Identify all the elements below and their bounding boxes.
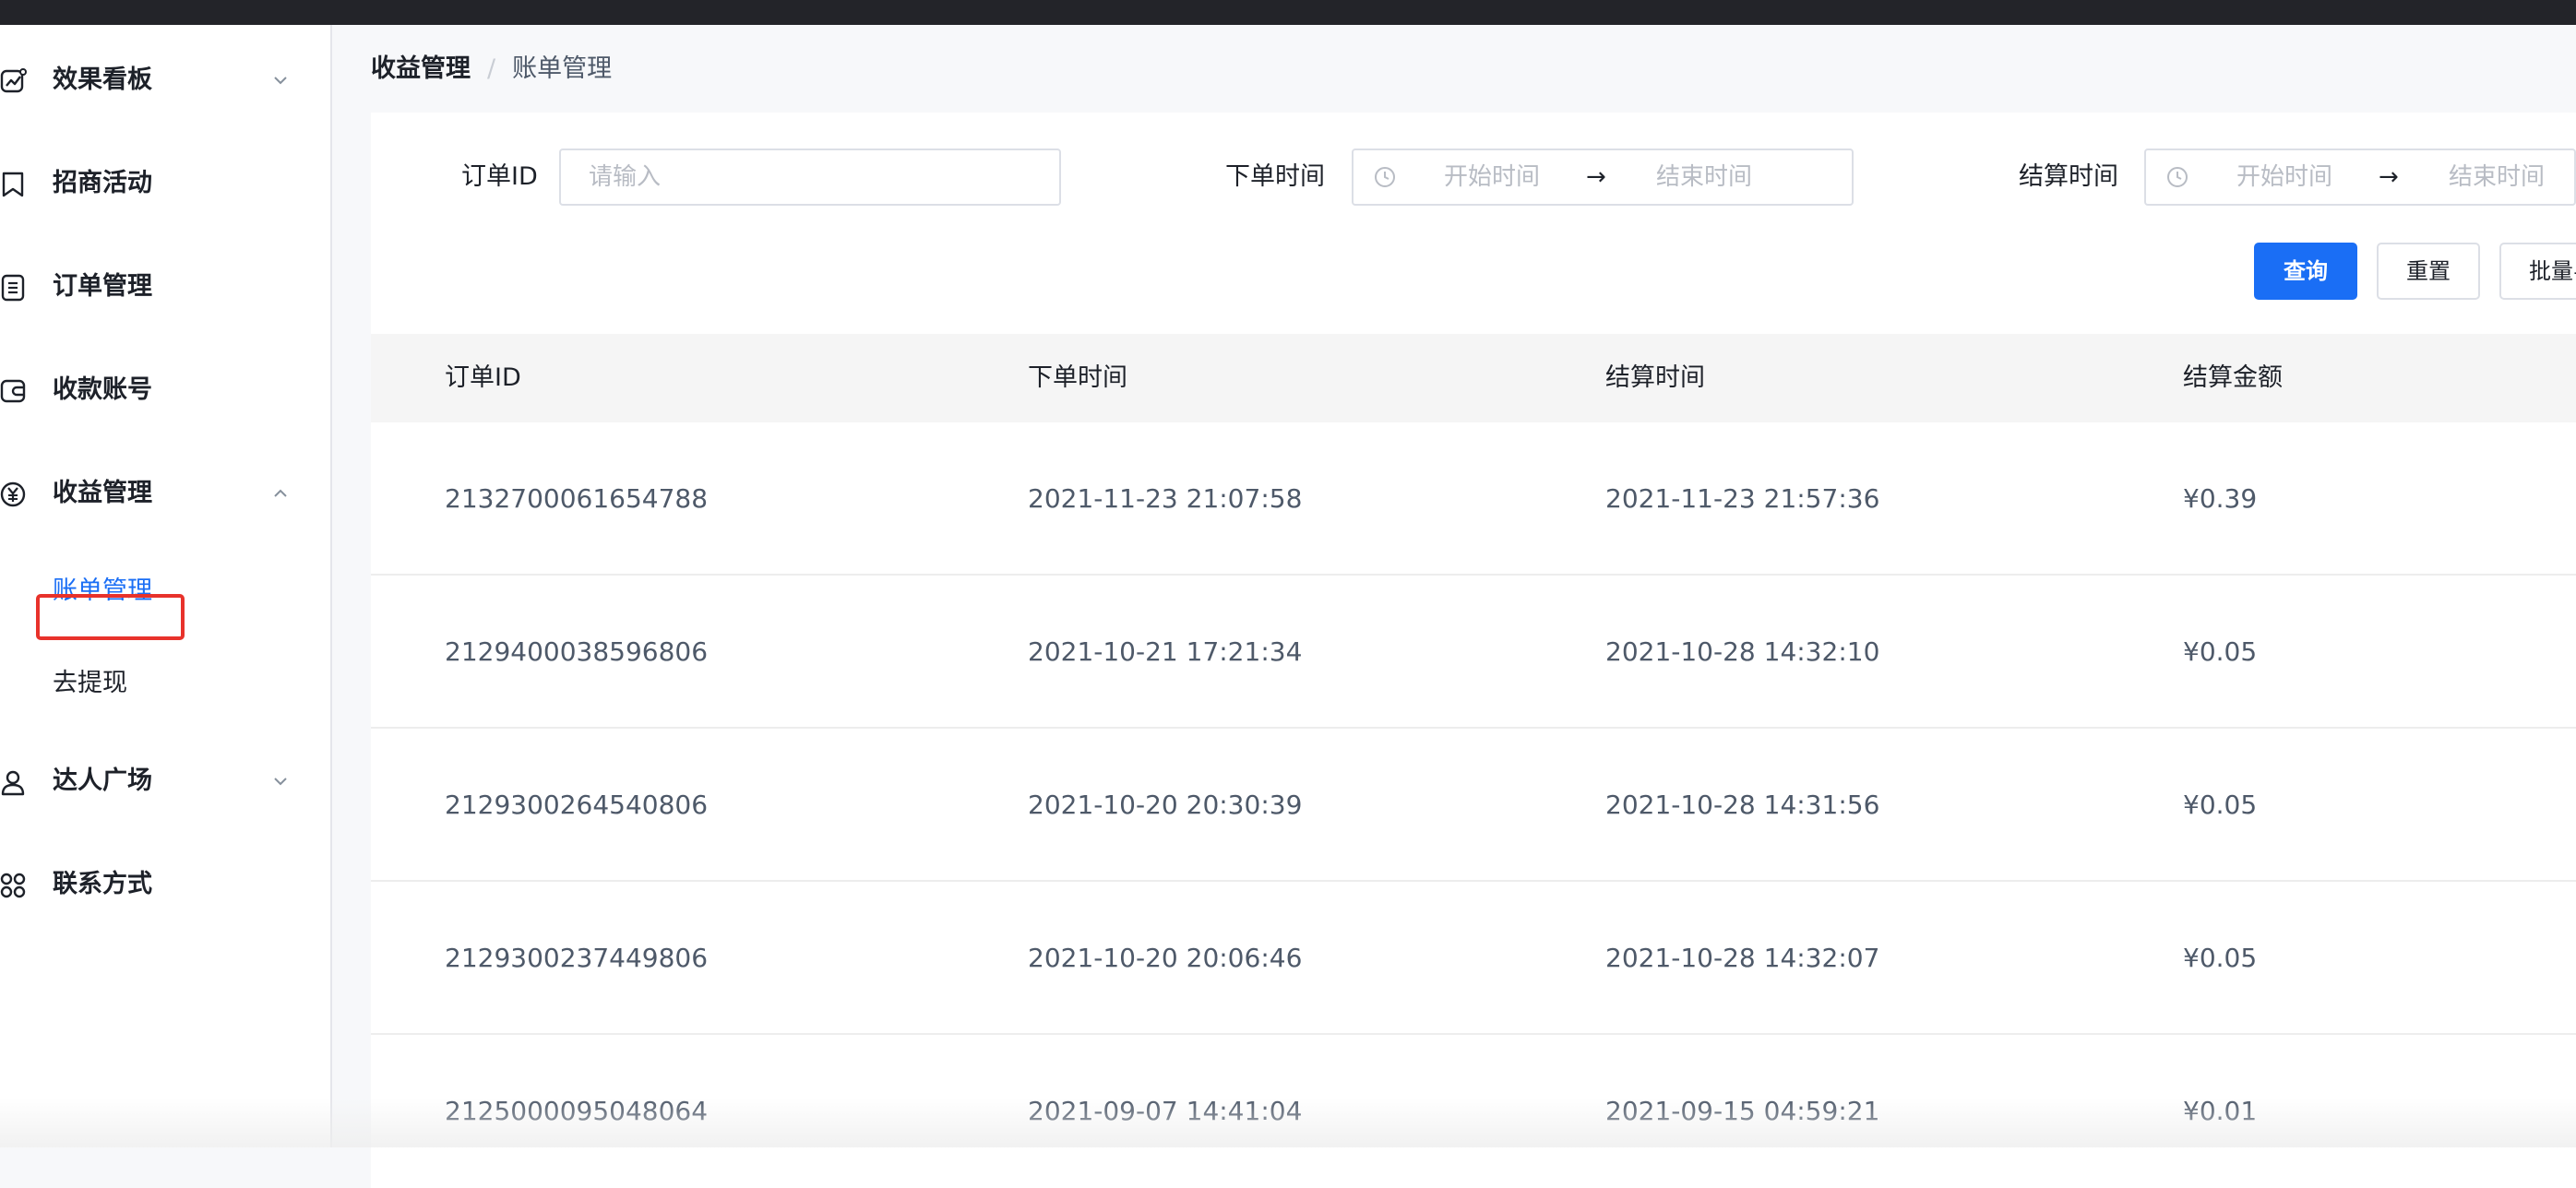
chevron-down-icon (274, 778, 287, 786)
cell-settle-amount: ¥0.39 (2183, 483, 2258, 514)
bookmark-icon (2, 172, 24, 197)
cell-order-time: 2021-10-20 20:06:46 (1028, 943, 1303, 973)
cell-settle-time: 2021-10-28 14:32:10 (1605, 636, 1880, 667)
document-list-icon (1, 274, 25, 302)
order-time-end[interactable]: 结束时间 (1656, 150, 1752, 204)
cell-order-id: 2125000095048064 (445, 1096, 709, 1126)
order-time-label: 下单时间 (1225, 162, 1325, 191)
settle-time-start[interactable]: 开始时间 (2236, 150, 2332, 204)
table-header: 订单ID 下单时间 结算时间 结算金额 (371, 334, 2576, 422)
wallet-icon (0, 379, 26, 403)
sidebar-item-contact[interactable]: 联系方式 (0, 857, 330, 912)
column-header-order-id: 订单ID (445, 363, 521, 392)
column-header-order-time: 下单时间 (1028, 363, 1127, 392)
breadcrumb-parent[interactable]: 收益管理 (371, 54, 471, 83)
user-icon (1, 770, 25, 796)
table-row: 2129400038596806 2021-10-21 17:21:34 202… (371, 576, 2576, 729)
arrow-right-icon: → (1586, 163, 1606, 191)
sidebar-item-label: 收款账号 (53, 375, 152, 404)
sidebar-subitem-withdraw[interactable]: 去提现 (0, 658, 330, 709)
sidebar-item-label: 效果看板 (53, 65, 152, 94)
order-time-range-picker[interactable]: 开始时间 → 结束时间 (1352, 148, 1854, 206)
arrow-right-icon: → (2379, 163, 2399, 191)
sidebar: 效果看板 招商活动 订单管理 收款账号 收益管理 账单管理 去提现 达人广场 联… (0, 25, 332, 1147)
cell-settle-amount: ¥0.05 (2183, 636, 2258, 667)
sidebar-item-label: 订单管理 (53, 272, 152, 301)
cell-settle-time: 2021-09-15 04:59:21 (1605, 1096, 1880, 1126)
sidebar-item-payment-account[interactable]: 收款账号 (0, 362, 330, 418)
column-header-settle-time: 结算时间 (1605, 363, 1705, 392)
reset-button[interactable]: 重置 (2377, 243, 2480, 300)
cell-settle-amount: ¥0.05 (2183, 943, 2258, 973)
bills-table: 订单ID 下单时间 结算时间 结算金额 2132700061654788 202… (371, 334, 2576, 1188)
cell-settle-amount: ¥0.05 (2183, 790, 2258, 820)
sidebar-item-label: 联系方式 (53, 870, 152, 898)
cell-settle-time: 2021-10-28 14:32:07 (1605, 943, 1880, 973)
table-row: 2125000095048064 2021-09-07 14:41:04 202… (371, 1035, 2576, 1188)
settle-time-end[interactable]: 结束时间 (2449, 150, 2545, 204)
column-header-settle-amount: 结算金额 (2183, 363, 2283, 392)
cell-order-time: 2021-09-07 14:41:04 (1028, 1096, 1303, 1126)
cell-order-time: 2021-11-23 21:07:58 (1028, 483, 1303, 514)
sidebar-item-dashboard[interactable]: 效果看板 (0, 53, 330, 108)
order-id-input[interactable]: 请输入 (559, 148, 1061, 206)
cell-settle-time: 2021-11-23 21:57:36 (1605, 483, 1880, 514)
table-row: 2129300237449806 2021-10-20 20:06:46 202… (371, 882, 2576, 1035)
settle-time-range-picker[interactable]: 开始时间 → 结束时间 (2144, 148, 2576, 206)
table-row: 2129300264540806 2021-10-20 20:30:39 202… (371, 729, 2576, 882)
settle-time-label: 结算时间 (2019, 162, 2118, 191)
chart-line-icon (0, 68, 27, 93)
cell-order-id: 2129300237449806 (445, 943, 709, 973)
cell-order-id: 2132700061654788 (445, 483, 709, 514)
cell-order-time: 2021-10-21 17:21:34 (1028, 636, 1303, 667)
sidebar-item-creator-plaza[interactable]: 达人广场 (0, 754, 330, 809)
cell-settle-amount: ¥0.01 (2183, 1096, 2258, 1126)
order-id-placeholder: 请输入 (589, 163, 662, 191)
cell-order-id: 2129300264540806 (445, 790, 709, 820)
grid-apps-icon (0, 873, 26, 898)
query-button[interactable]: 查询 (2254, 243, 2357, 300)
sidebar-item-label: 收益管理 (53, 479, 152, 507)
yen-circle-icon (0, 481, 26, 507)
clock-icon (1375, 167, 1395, 187)
sidebar-item-label: 达人广场 (53, 766, 152, 795)
breadcrumb: 收益管理 / 账单管理 (371, 51, 612, 88)
filter-panel: 订单ID 请输入 下单时间 开始时间 → 结束时间 结算时间 开始时间 → 结束… (371, 113, 2576, 334)
order-id-label: 订单ID (461, 162, 538, 191)
window-top-bar (0, 0, 2576, 25)
cell-settle-time: 2021-10-28 14:31:56 (1605, 790, 1880, 820)
breadcrumb-separator: / (487, 54, 496, 83)
breadcrumb-current: 账单管理 (512, 54, 613, 83)
clock-icon (2167, 167, 2188, 187)
sidebar-item-campaigns[interactable]: 招商活动 (0, 156, 330, 211)
table-row: 2132700061654788 2021-11-23 21:07:58 202… (371, 422, 2576, 576)
chevron-up-icon (274, 489, 287, 497)
sidebar-item-earnings[interactable]: 收益管理 (0, 466, 330, 521)
sidebar-subitem-label: 去提现 (53, 669, 127, 697)
sidebar-item-orders[interactable]: 订单管理 (0, 259, 330, 315)
highlight-box (36, 594, 185, 640)
chevron-down-icon (274, 77, 287, 85)
cell-order-id: 2129400038596806 (445, 636, 709, 667)
order-time-start[interactable]: 开始时间 (1444, 150, 1540, 204)
cell-order-time: 2021-10-20 20:30:39 (1028, 790, 1303, 820)
batch-export-button[interactable]: 批量导 (2499, 243, 2576, 300)
sidebar-item-label: 招商活动 (53, 169, 152, 197)
